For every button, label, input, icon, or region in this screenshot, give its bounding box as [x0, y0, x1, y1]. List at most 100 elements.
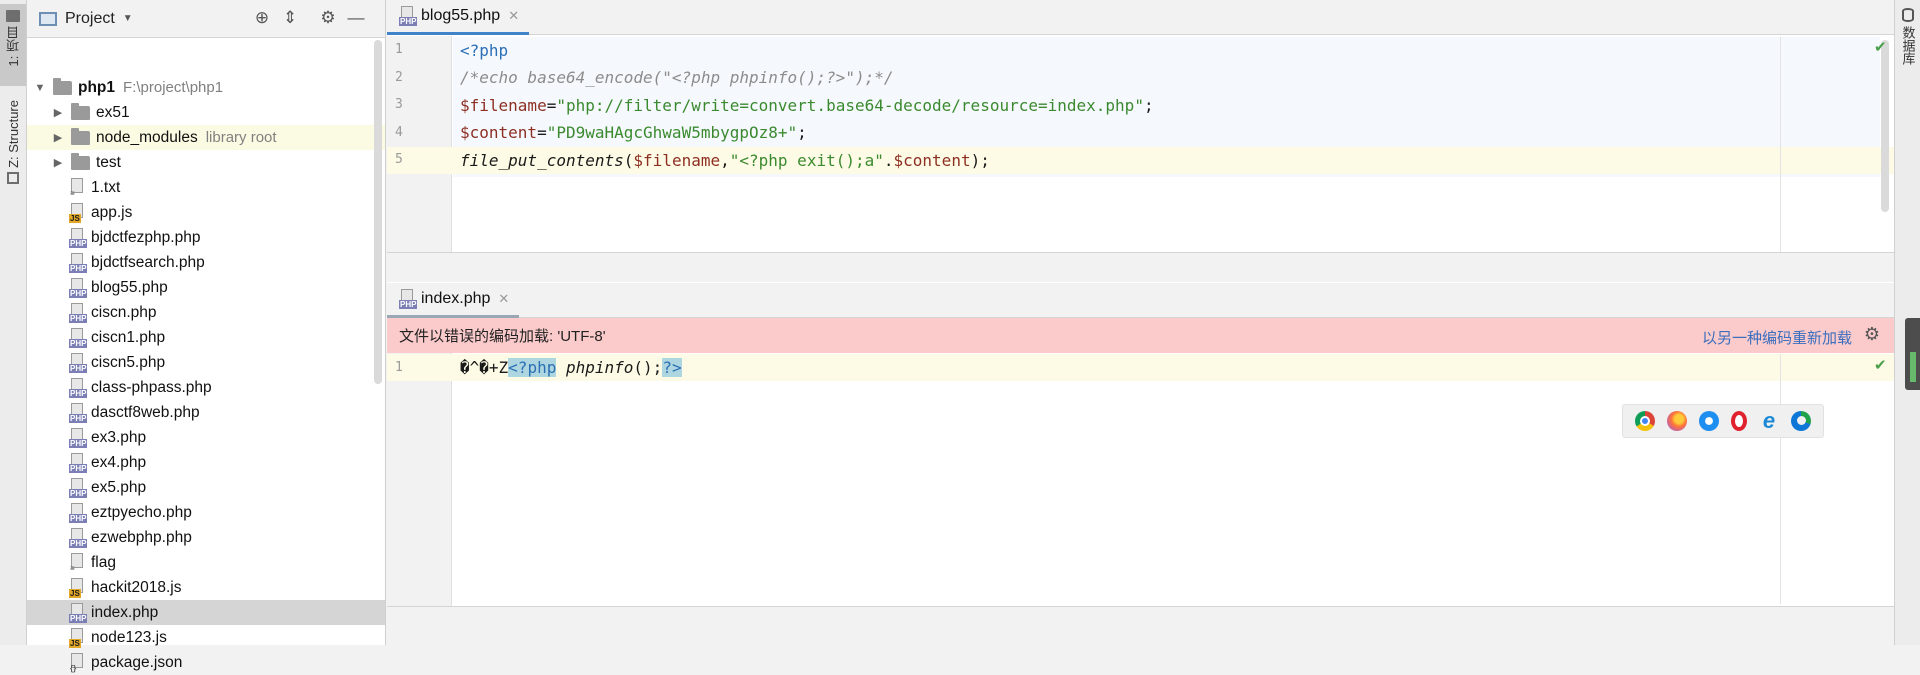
tree-item-label: bjdctfsearch.php — [91, 254, 205, 272]
editor1-horizontal-scroll-area — [387, 252, 1894, 282]
checkmark-icon: ✔ — [1874, 356, 1887, 374]
code-comment: /*echo base64_encode("<?php phpinfo();?>… — [460, 68, 893, 87]
php-file-icon: PHP — [69, 328, 85, 348]
project-header: Project ▼ ⊕ ⇕ ⚙ — — [27, 0, 385, 38]
chevron-down-icon[interactable]: ▼ — [33, 82, 47, 94]
tree-item[interactable]: ▶ node_modules library root — [27, 125, 385, 150]
txt-file-icon: ≡ — [69, 178, 85, 198]
tree-item[interactable]: ≡ flag — [27, 550, 385, 575]
php-file-icon: PHP — [69, 453, 85, 473]
tree-item[interactable]: PHP ex4.php — [27, 450, 385, 475]
line-number: 3 — [395, 97, 403, 112]
editor1-scrollbar[interactable] — [1881, 40, 1889, 212]
editor-area: PHP blog55.php ✕ ✔ 1 2 3 4 5 <?php /*ech… — [387, 0, 1894, 645]
php-file-icon: PHP — [69, 403, 85, 423]
php-file-icon: PHP — [69, 603, 85, 623]
editor2-tabbar: PHP index.php ✕ — [387, 283, 1894, 318]
tree-item-label: flag — [91, 554, 116, 572]
left-tool-strip: 1: 项目 Z: Structure — [0, 0, 27, 645]
tree-item[interactable]: ▶ ex51 — [27, 100, 385, 125]
php-file-icon: PHP — [69, 528, 85, 548]
json-file-icon: {} — [69, 653, 85, 673]
tree-item[interactable]: PHP eztpyecho.php — [27, 500, 385, 525]
tree-item-label: test — [96, 154, 121, 172]
locate-icon[interactable]: ⊕ — [251, 8, 273, 28]
close-icon[interactable]: ✕ — [498, 291, 509, 307]
gear-icon[interactable]: ⚙ — [317, 8, 339, 28]
tree-item[interactable]: PHP ciscn.php — [27, 300, 385, 325]
code-punct: ; — [1144, 96, 1154, 115]
php-file-icon: PHP — [69, 353, 85, 373]
tree-item[interactable]: PHP ciscn1.php — [27, 325, 385, 350]
tab-blog55-php[interactable]: PHP blog55.php ✕ — [387, 0, 529, 35]
edge-icon[interactable] — [1791, 411, 1811, 431]
tree-item[interactable]: JS node123.js — [27, 625, 385, 650]
tool-tab-database[interactable]: 数据库 — [1895, 8, 1920, 65]
browser-preview-bar: e — [1622, 404, 1824, 438]
php-file-icon: PHP — [69, 378, 85, 398]
chevron-down-icon[interactable]: ▼ — [123, 13, 133, 24]
tree-item[interactable]: PHP ex5.php — [27, 475, 385, 500]
tab-index-php[interactable]: PHP index.php ✕ — [387, 283, 519, 318]
collapse-all-icon[interactable]: ⇕ — [279, 8, 301, 28]
tree-item-label: ex3.php — [91, 429, 146, 447]
folder-icon — [71, 131, 90, 145]
tool-tab-structure[interactable]: Z: Structure — [0, 96, 26, 196]
tree-item[interactable]: JS hackit2018.js — [27, 575, 385, 600]
code-line: �^�+Z<?php phpinfo();?> — [460, 354, 682, 381]
tree-item[interactable]: ▶ test — [27, 150, 385, 175]
opera-icon[interactable] — [1731, 411, 1747, 431]
code-line: file_put_contents($filename,"<?php exit(… — [460, 147, 990, 174]
tool-tab-project[interactable]: 1: 项目 — [0, 4, 26, 86]
line-number: 4 — [395, 125, 403, 140]
tree-item[interactable]: JS app.js — [27, 200, 385, 225]
tree-scrollbar[interactable] — [374, 40, 382, 384]
editor2-horizontal-scroll-area — [387, 606, 1894, 645]
tree-item[interactable]: PHP dasctf8web.php — [27, 400, 385, 425]
tree-item-suffix: F:\project\php1 — [123, 79, 223, 96]
tree-item-label: eztpyecho.php — [91, 504, 192, 522]
tree-item[interactable]: PHP bjdctfezphp.php — [27, 225, 385, 250]
project-view-selector[interactable]: Project — [65, 10, 115, 28]
editor1-gutter — [387, 36, 452, 252]
close-icon[interactable]: ✕ — [508, 8, 519, 24]
tree-item[interactable]: PHP index.php — [27, 600, 385, 625]
code-operator: = — [547, 96, 557, 115]
code-operator: . — [884, 151, 894, 170]
tree-item[interactable]: ▼ php1 F:\project\php1 — [27, 75, 385, 100]
code-line: $content="PD9waHAgcGhwaW5mbygpOz8+"; — [460, 119, 807, 146]
code-variable: $content — [894, 151, 971, 170]
encoding-warning-text: 文件以错误的编码加载: 'UTF-8' — [399, 325, 606, 346]
memory-indicator[interactable] — [1905, 318, 1920, 390]
line-number: 1 — [395, 42, 403, 57]
chevron-right-icon[interactable]: ▶ — [51, 156, 65, 169]
tree-item-label: node123.js — [91, 629, 167, 647]
reload-with-encoding-link[interactable]: 以另一种编码重新加载 — [1702, 327, 1852, 348]
tree-item[interactable]: PHP ciscn5.php — [27, 350, 385, 375]
tree-item[interactable]: PHP ex3.php — [27, 425, 385, 450]
code-operator: = — [537, 123, 547, 142]
tree-item-label: ciscn.php — [91, 304, 156, 322]
code-punct: (); — [633, 358, 662, 377]
folder-icon — [53, 81, 72, 95]
firefox-icon[interactable] — [1667, 411, 1687, 431]
php-file-icon: PHP — [399, 289, 415, 309]
tree-item-label: 1.txt — [91, 179, 120, 197]
minimize-icon[interactable]: — — [345, 8, 367, 28]
chevron-right-icon[interactable]: ▶ — [51, 106, 65, 119]
internet-explorer-icon[interactable]: e — [1759, 411, 1779, 431]
tree-item[interactable]: ≡ 1.txt — [27, 175, 385, 200]
tree-item[interactable]: {} package.json — [27, 650, 385, 675]
safari-icon[interactable] — [1699, 411, 1719, 431]
chevron-right-icon[interactable]: ▶ — [51, 131, 65, 144]
tree-item[interactable]: PHP class-phpass.php — [27, 375, 385, 400]
tree-item[interactable]: PHP bjdctfsearch.php — [27, 250, 385, 275]
gear-icon[interactable]: ⚙ — [1864, 324, 1880, 345]
chrome-icon[interactable] — [1635, 411, 1655, 431]
tree-item[interactable]: PHP blog55.php — [27, 275, 385, 300]
right-tool-strip: 数据库 — [1894, 0, 1920, 645]
tree-item[interactable]: PHP ezwebphp.php — [27, 525, 385, 550]
editor2-right-margin — [1780, 354, 1781, 604]
tool-tab-structure-label: Z: Structure — [6, 100, 21, 168]
code-punct: , — [720, 151, 730, 170]
